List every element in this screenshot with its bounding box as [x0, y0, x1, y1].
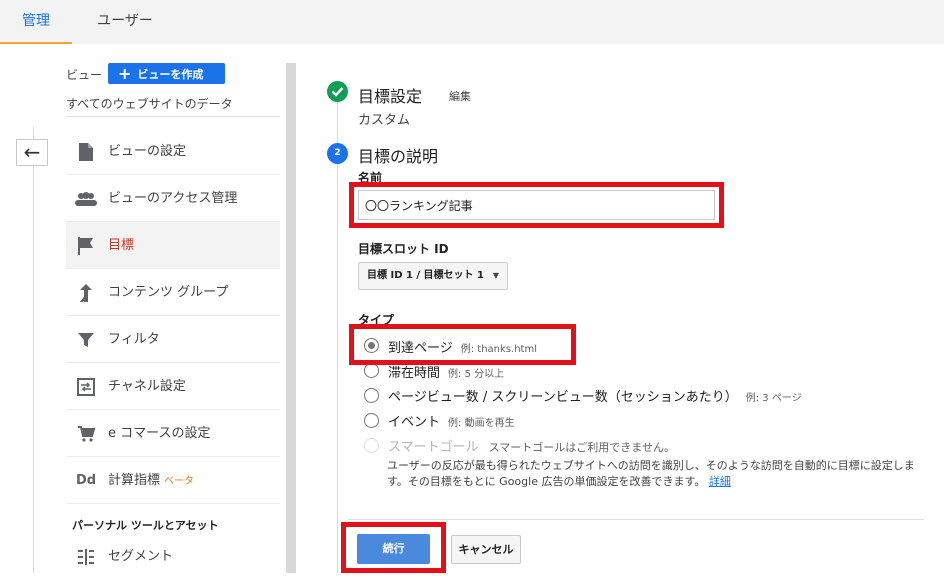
sidebar-item-label: コンテンツ グループ: [108, 285, 229, 300]
sidebar-item-label: ビューの設定: [108, 144, 187, 159]
sidebar-item-label: 計算指標 ベータ: [108, 473, 195, 488]
scrollbar[interactable]: [286, 63, 296, 573]
goal-slot-dropdown[interactable]: 目標 ID 1 / 目標セット 1 ▼: [358, 262, 508, 290]
option-label: イベント: [388, 415, 441, 430]
plus-icon: +: [118, 64, 132, 83]
option-event: イベント 例: 動画を再生: [388, 411, 515, 430]
sidebar-item-content-grouping[interactable]: コンテンツ グループ: [66, 269, 280, 316]
segment-icon: [74, 545, 98, 569]
filter-icon: [74, 328, 98, 352]
step-number-badge: 2: [327, 143, 348, 164]
radio-smart-goal: [364, 438, 379, 453]
option-label: ページビュー数 / スクリーンビュー数（セッションあたり）: [388, 390, 738, 405]
content-group-icon: [74, 281, 98, 305]
view-selector[interactable]: すべてのウェブサイトのデータ: [66, 95, 233, 112]
document-icon: [74, 140, 98, 164]
option-pages-per-session: ページビュー数 / スクリーンビュー数（セッションあたり） 例: 3 ページ: [388, 386, 802, 405]
step1-subtitle: カスタム: [358, 113, 411, 128]
sidebar-item-calculated-metrics[interactable]: Dd 計算指標 ベータ: [66, 457, 280, 504]
option-example: スマートゴールはご利用できません。: [488, 441, 675, 454]
option-example: 例: 3 ページ: [745, 393, 802, 404]
edit-link[interactable]: 編集: [449, 88, 471, 104]
sidebar-item-view-settings[interactable]: ビューの設定: [66, 128, 280, 175]
slot-value: 目標 ID 1 / 目標セット 1: [367, 270, 484, 281]
radio-pages-per-session[interactable]: [364, 388, 379, 403]
divider: [33, 127, 34, 573]
option-label: 滞在時間: [388, 366, 441, 381]
radio-duration[interactable]: [364, 363, 379, 378]
option-example: 例: 動画を再生: [448, 418, 515, 429]
sidebar-item-ecommerce[interactable]: e コマースの設定: [66, 410, 280, 457]
dd-icon: Dd: [75, 473, 97, 488]
slot-label: 目標スロット ID: [358, 242, 449, 256]
sidebar-item-goals[interactable]: 目標: [66, 222, 280, 269]
channel-icon: [74, 375, 98, 399]
step1-title: 目標設定: [358, 87, 423, 106]
back-button[interactable]: ←: [16, 139, 48, 166]
create-view-label: ビューを作成: [137, 68, 204, 81]
sidebar-item-label: チャネル設定: [108, 379, 186, 394]
smart-goal-description: ユーザーの反応が最も得られたウェブサイトへの訪問を識別し、そのような訪問を自動的…: [387, 459, 915, 488]
option-smart-goal: スマートゴール スマートゴールはご利用できません。: [388, 436, 675, 455]
cancel-button[interactable]: キャンセル: [451, 535, 521, 564]
option-label: スマートゴール: [388, 440, 479, 455]
tab-admin[interactable]: 管理: [0, 0, 72, 44]
arrow-left-icon: ←: [23, 140, 41, 164]
sidebar-item-channel-settings[interactable]: チャネル設定: [66, 363, 280, 410]
step-connector-line: [337, 102, 338, 573]
highlight-box: [349, 182, 724, 228]
flag-icon: [74, 234, 98, 258]
create-view-button[interactable]: + ビューを作成: [108, 63, 225, 84]
caret-down-icon: ▼: [492, 271, 499, 280]
sidebar-item-label: 目標: [108, 238, 135, 253]
sidebar-item-label: ビューのアクセス管理: [108, 191, 238, 206]
divider: [348, 519, 924, 520]
view-label: ビュー: [66, 68, 103, 82]
cart-icon: [74, 422, 98, 446]
highlight-box: [341, 522, 446, 573]
sidebar-item-view-access[interactable]: ビューのアクセス管理: [66, 175, 280, 222]
option-example: 例: 5 分以上: [448, 369, 505, 380]
sidebar-item-label: e コマースの設定: [108, 426, 211, 441]
sidebar-item-filters[interactable]: フィルタ: [66, 316, 280, 363]
divider: [66, 116, 280, 117]
top-tab-bar: 管理 ユーザー: [0, 0, 944, 44]
check-icon: [327, 81, 348, 102]
details-link[interactable]: 詳細: [709, 475, 731, 488]
step2-title: 目標の説明: [358, 147, 439, 166]
section-title: パーソナル ツールとアセット: [72, 519, 219, 532]
people-icon: [74, 187, 98, 211]
beta-badge: ベータ: [164, 476, 195, 487]
radio-event[interactable]: [364, 413, 379, 428]
highlight-box: [349, 324, 576, 365]
tab-user[interactable]: ユーザー: [82, 0, 168, 44]
sidebar-item-label: フィルタ: [108, 332, 160, 347]
